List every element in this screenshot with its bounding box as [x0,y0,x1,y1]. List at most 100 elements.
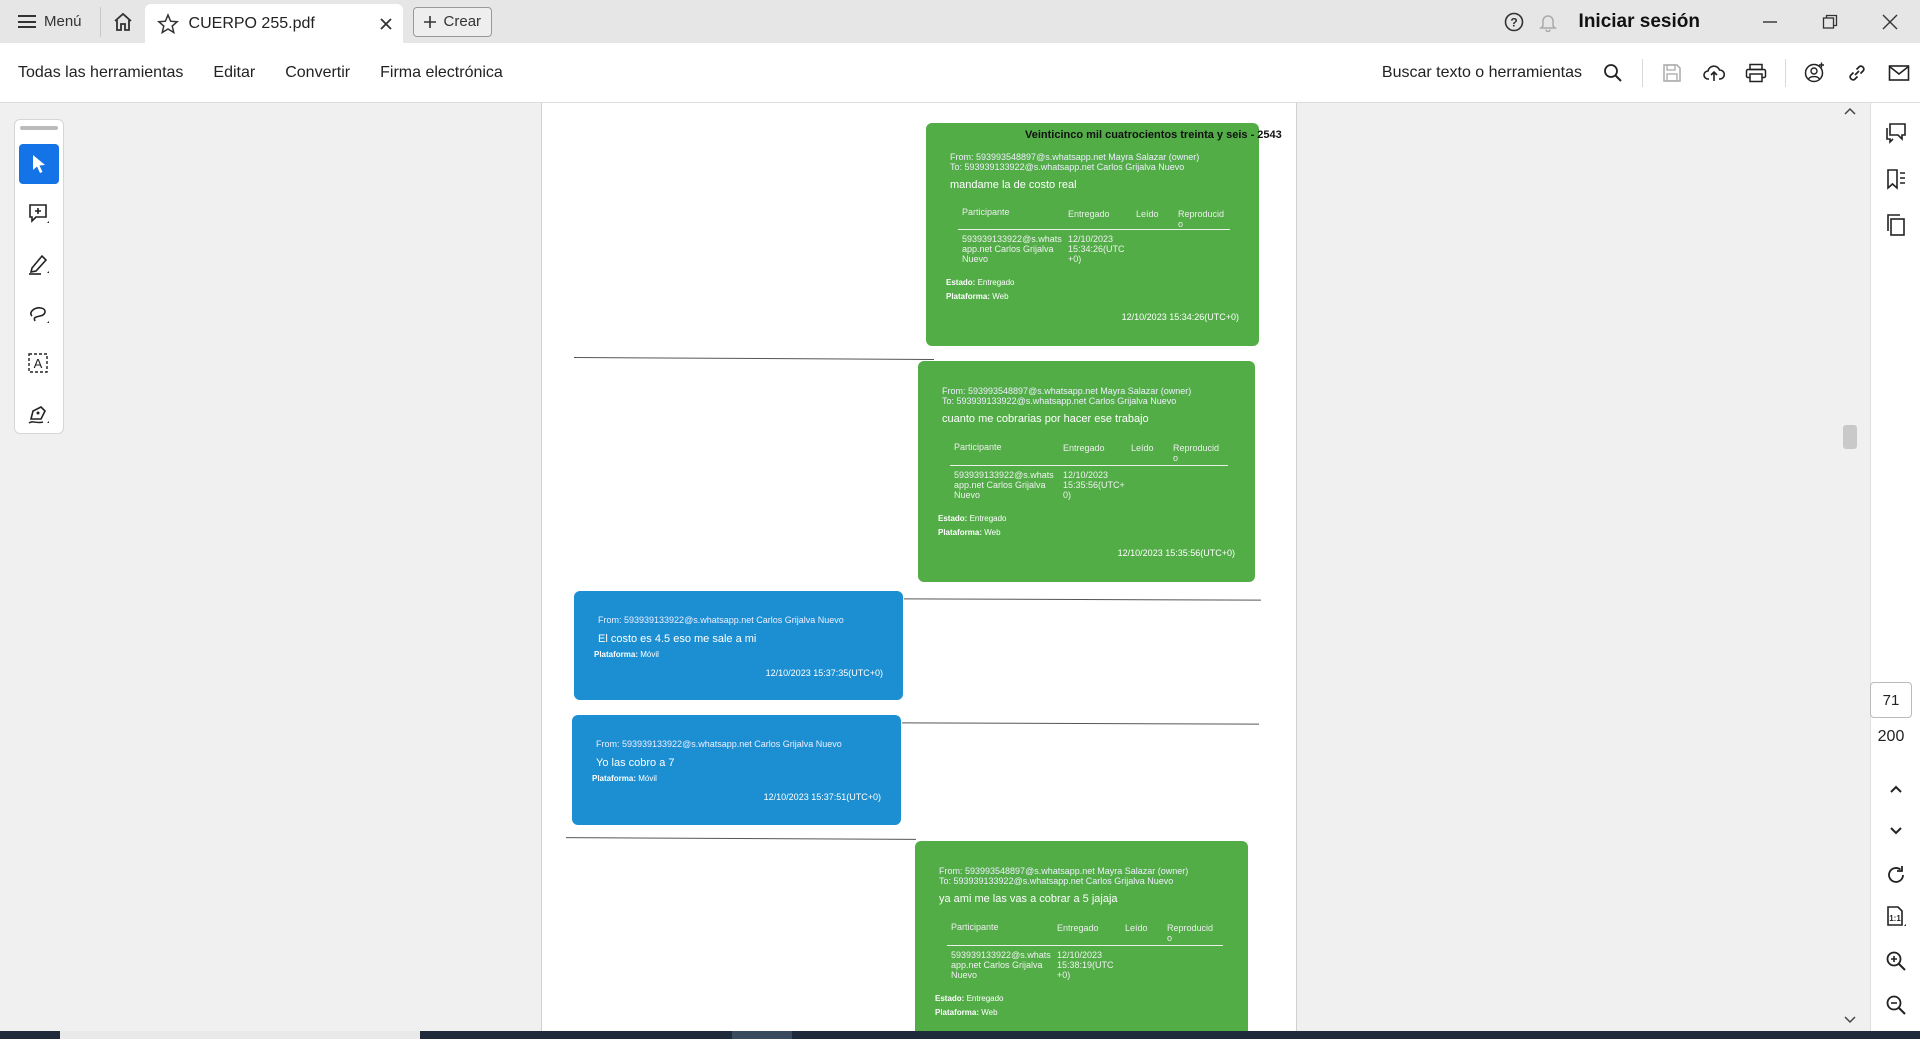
minimize-icon [1763,20,1777,23]
login-button[interactable]: Iniciar sesión [1579,11,1700,33]
document-tab[interactable]: CUERPO 255.pdf [144,4,403,43]
search-icon [1604,63,1622,82]
taskbar-active-app[interactable] [732,1031,792,1039]
platform-line: Plataforma: Web [938,528,1001,537]
table-rule [950,465,1228,466]
highlight-tool[interactable] [19,244,59,284]
search-button[interactable] [1592,52,1634,94]
tab-bar: Menú CUERPO 255.pdf Crear ? Iniciar sesi… [0,0,1920,43]
cursor-icon [33,155,45,173]
message-from: From: 593939133922@s.whatsapp.net Carlos… [596,739,842,749]
outgoing-message: From: 593993548897@s.whatsapp.net Mayra … [918,361,1255,582]
table-rule [958,229,1230,230]
outgoing-message: From: 593993548897@s.whatsapp.net Mayra … [915,841,1248,1031]
incoming-message: From: 593939133922@s.whatsapp.net Carlos… [572,715,901,825]
zoom-in-button[interactable] [1878,943,1914,979]
taskbar-search-area[interactable] [60,1031,420,1039]
col-participant: Participante [954,442,1002,452]
separator-line [903,598,1262,601]
email-button[interactable] [1878,52,1920,94]
os-taskbar [0,1031,1920,1039]
incoming-message: From: 593939133922@s.whatsapp.net Carlos… [574,591,903,700]
search-tools-label[interactable]: Buscar texto o herramientas [1382,64,1582,82]
col-delivered: Entregado [1068,209,1110,219]
close-tab-icon[interactable] [379,17,393,31]
draw-tool[interactable] [19,294,59,334]
menu-button[interactable]: Menú [0,0,100,43]
previous-page-button[interactable] [1878,771,1914,807]
actual-size-button[interactable]: 1:1 [1878,899,1914,935]
palette-grip[interactable] [20,126,58,130]
chevron-down-icon [1890,827,1902,835]
convert-menu[interactable]: Convertir [285,64,350,82]
save-button[interactable] [1651,52,1693,94]
separator-line [573,357,935,360]
delivered-cell: 12/10/2023 15:38:19(UTC +0) [1057,950,1114,980]
bookmarks-panel-button[interactable] [1878,161,1914,197]
pdf-page: From: 593993548897@s.whatsapp.net Mayra … [541,103,1297,1031]
all-tools-menu[interactable]: Todas las herramientas [18,64,183,82]
sign-tool[interactable] [19,394,59,434]
divider [1785,58,1786,87]
next-page-button[interactable] [1878,813,1914,849]
help-button[interactable]: ? [1497,5,1531,39]
rotate-button[interactable] [1878,857,1914,893]
close-icon [1882,14,1898,29]
star-icon[interactable] [156,12,179,35]
edit-menu[interactable]: Editar [213,64,255,82]
scroll-thumb[interactable] [1843,425,1857,449]
message-text: ya ami me las vas a cobrar a 5 jajaja [939,893,1118,905]
print-button[interactable] [1735,52,1777,94]
share-button[interactable] [1794,52,1836,94]
bell-icon [1538,14,1557,32]
current-page-input[interactable]: 71 [1870,682,1912,718]
message-from: From: 593939133922@s.whatsapp.net Carlos… [598,615,844,625]
document-viewport[interactable]: From: 593993548897@s.whatsapp.net Mayra … [0,103,1870,1031]
text-box-icon: A [28,353,48,373]
restore-button[interactable] [1800,0,1860,43]
e-sign-menu[interactable]: Firma electrónica [380,64,503,82]
upload-button[interactable] [1693,52,1735,94]
home-button[interactable] [101,0,145,43]
comments-panel-button[interactable] [1878,115,1914,151]
rotate-icon [1888,866,1904,883]
zoom-out-button[interactable] [1878,987,1914,1023]
pages-icon [1887,214,1905,236]
select-tool[interactable] [19,144,59,184]
close-window-button[interactable] [1860,0,1920,43]
vertical-scrollbar[interactable] [1840,103,1860,1031]
share-user-icon [1804,62,1824,82]
status-line: Estado: Entregado [938,514,1007,523]
col-participant: Participante [951,922,999,932]
table-rule [947,945,1223,946]
create-button[interactable]: Crear [412,6,493,37]
home-icon [113,12,132,31]
message-text: mandame la de costo real [950,179,1077,191]
message-timestamp: 12/10/2023 15:37:51(UTC+0) [763,792,881,802]
message-text: Yo las cobro a 7 [596,757,675,769]
scroll-up-icon[interactable] [1840,105,1860,119]
notifications-button[interactable] [1531,5,1565,39]
text-box-tool[interactable]: A [19,344,59,384]
separator-line [565,837,917,840]
page-heading: Veinticinco mil cuatrocientos treinta y … [1025,129,1282,141]
main-toolbar: Todas las herramientas Editar Convertir … [0,43,1920,103]
pages-panel-button[interactable] [1878,207,1914,243]
status-line: Estado: Entregado [946,278,1015,287]
mail-icon [1888,64,1910,81]
col-delivered: Entregado [1057,923,1099,933]
platform-line: Plataforma: Móvil [592,774,657,783]
total-pages: 200 [1877,728,1905,745]
participant-cell: 593939133922@s.whats app.net Carlos Grij… [954,470,1054,500]
message-text: cuanto me cobrarias por hacer ese trabaj… [942,413,1149,425]
scroll-down-icon[interactable] [1840,1013,1860,1027]
comment-plus-icon [29,204,49,223]
svg-text:?: ? [1510,15,1517,29]
cloud-upload-icon [1703,64,1725,81]
add-comment-tool[interactable] [19,194,59,234]
highlighter-icon [29,254,49,275]
col-read: Leído [1136,209,1159,219]
copy-link-button[interactable] [1836,52,1878,94]
minimize-button[interactable] [1740,0,1800,43]
message-timestamp: 12/10/2023 15:37:35(UTC+0) [765,668,883,678]
